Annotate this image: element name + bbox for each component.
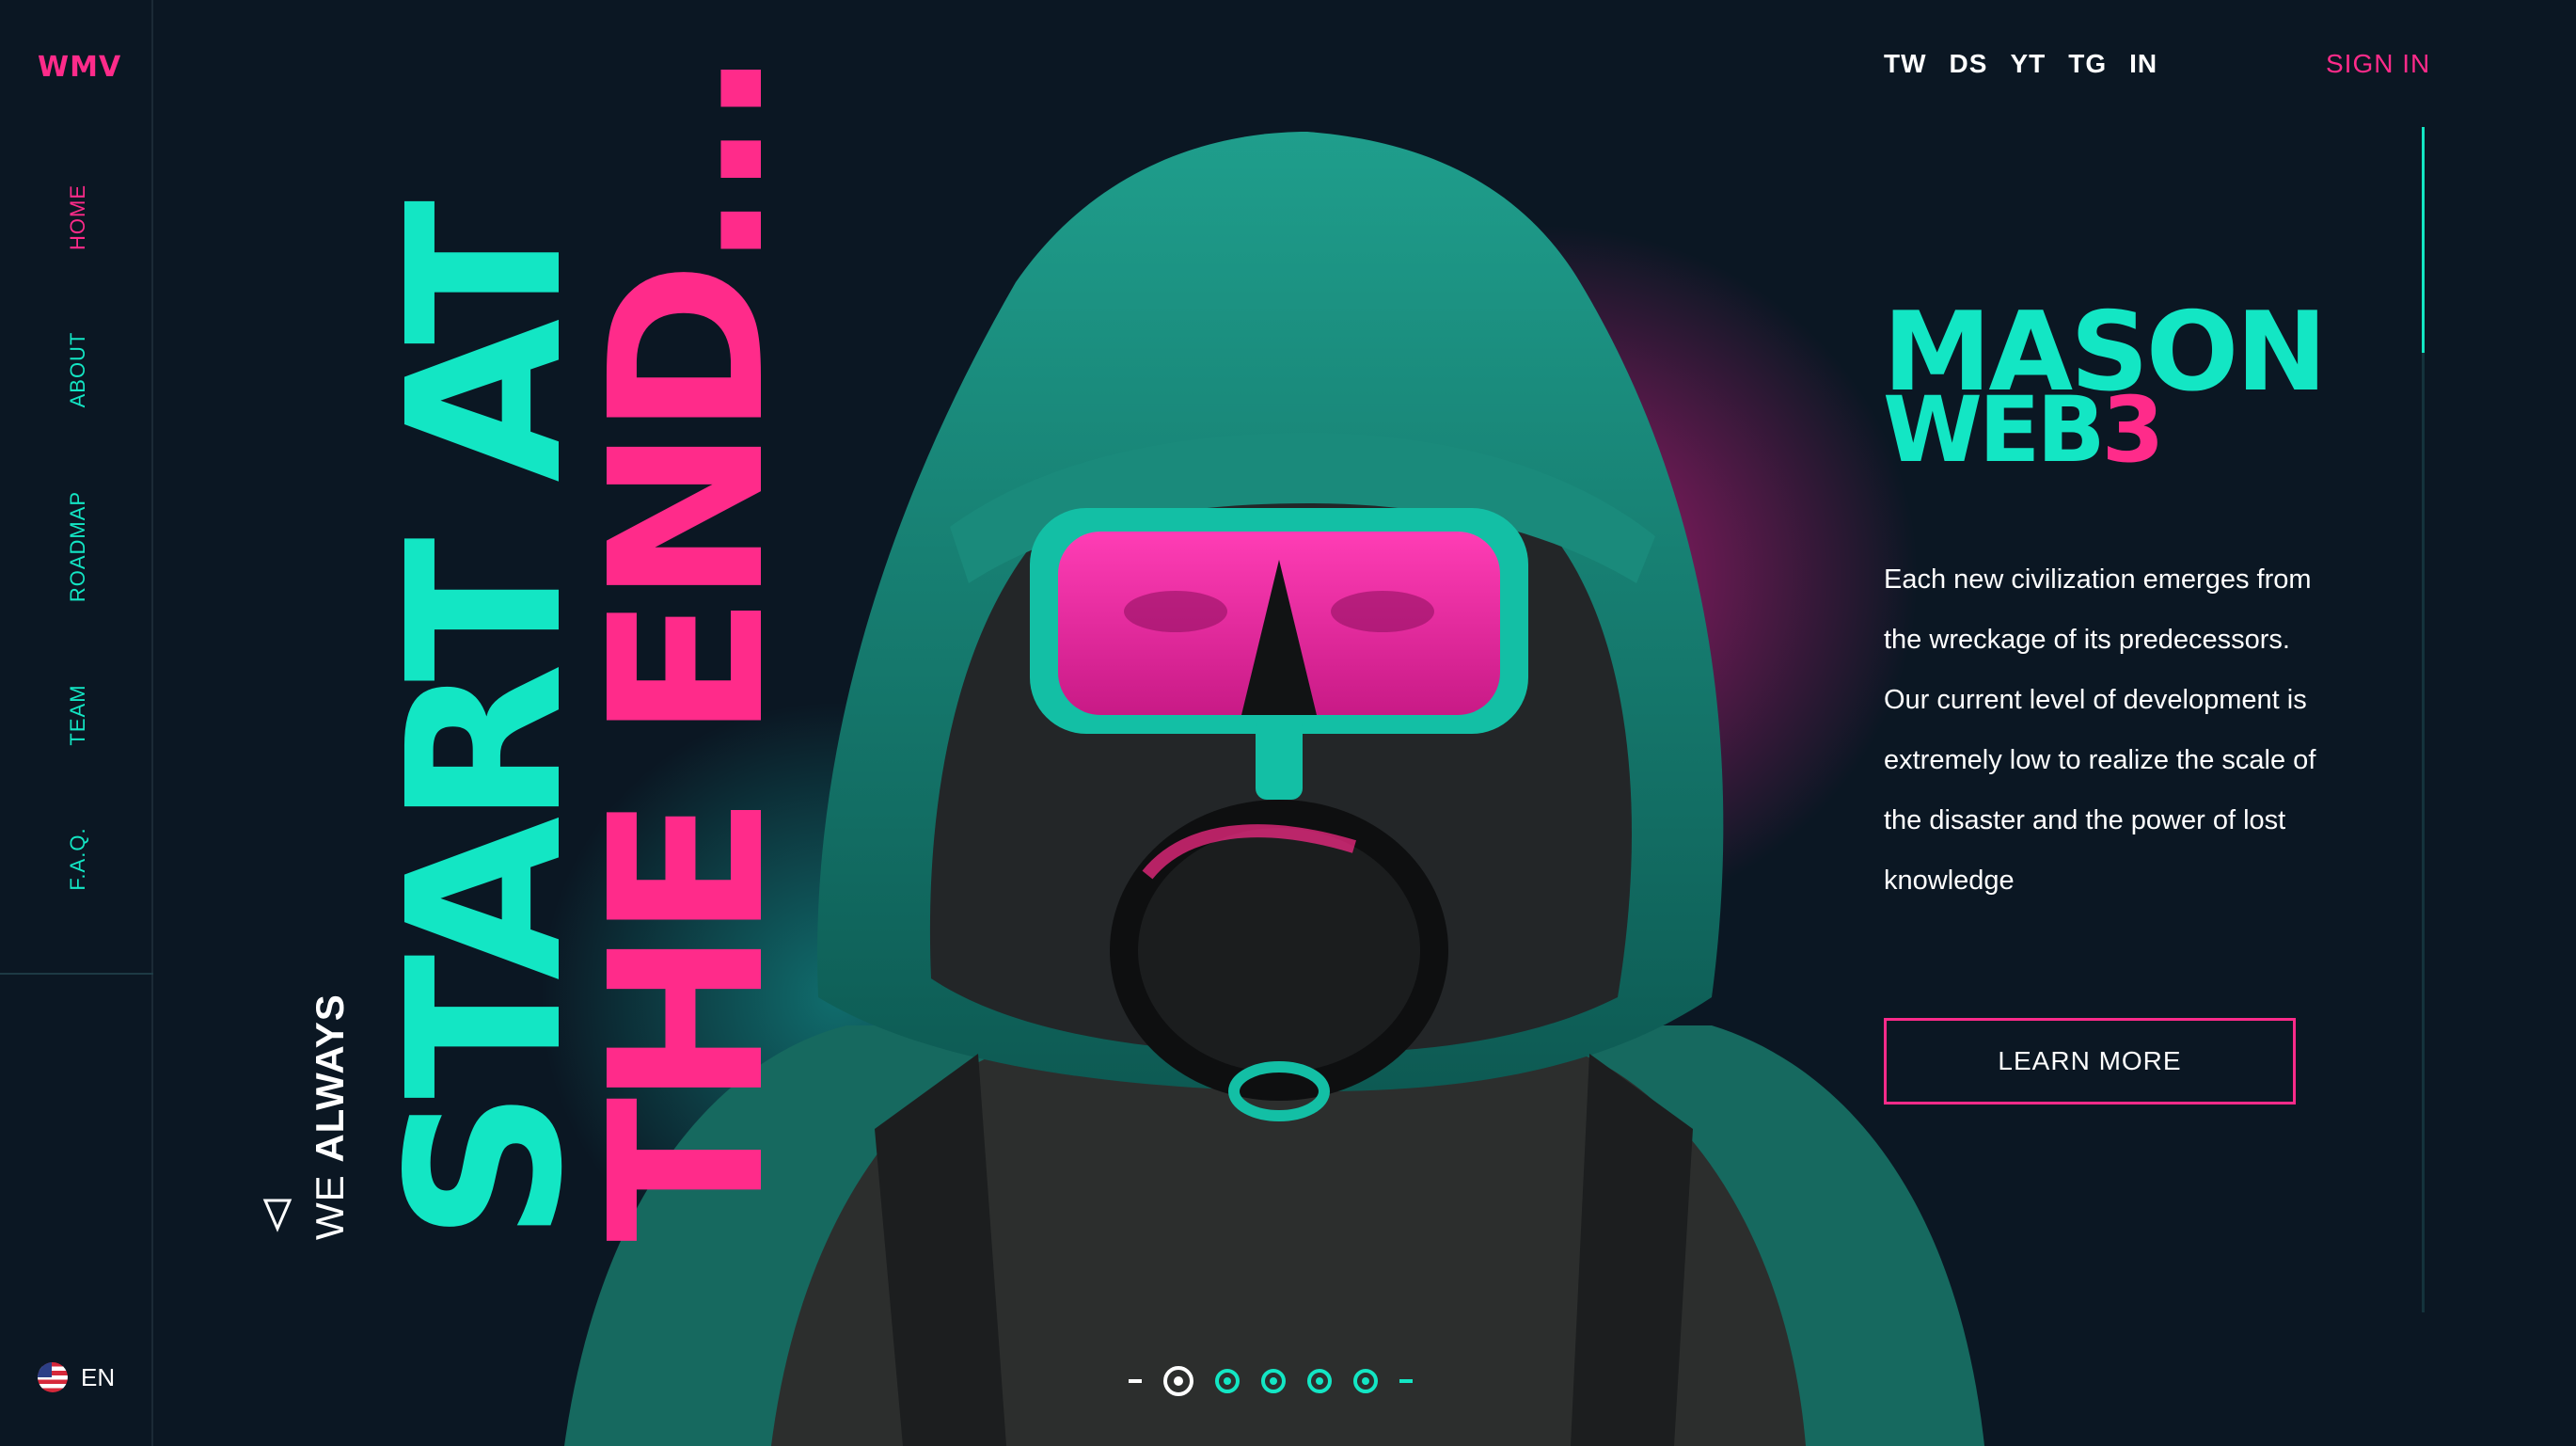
pagination-dot-4[interactable] (1307, 1369, 1332, 1393)
hero-prefix: WE ALWAYS (308, 993, 352, 1240)
social-link-yt[interactable]: YT (2010, 49, 2046, 79)
project-title: MASON WEB3 (1883, 297, 2327, 475)
hero-prefix-always: ALWAYS (308, 993, 352, 1163)
project-title-accent: 3 (2101, 377, 2165, 484)
hero-line-start: START AT (363, 209, 609, 1242)
project-description: Each new civilization emerges from the w… (1884, 564, 2316, 896)
social-link-in[interactable]: IN (2129, 49, 2157, 79)
social-link-tw[interactable]: TW (1884, 49, 1927, 79)
pagination-dot-5[interactable] (1353, 1369, 1378, 1393)
learn-more-button[interactable]: LEARN MORE (1884, 1018, 2296, 1104)
social-links: TW DS YT TG IN (1884, 49, 2157, 79)
hero-line-end: THE END... (565, 56, 812, 1242)
project-title-web: WEB (1883, 377, 2106, 484)
arrow-triangle-icon[interactable] (261, 1197, 293, 1232)
scroll-indicator[interactable] (2422, 127, 2425, 353)
social-link-ds[interactable]: DS (1950, 49, 1988, 79)
slide-pagination (1129, 1366, 1413, 1396)
social-link-tg[interactable]: TG (2068, 49, 2107, 79)
pagination-next-dash[interactable] (1399, 1379, 1413, 1383)
pagination-prev-dash[interactable] (1129, 1379, 1142, 1383)
hero-prefix-we: WE (308, 1174, 352, 1240)
pagination-dot-2[interactable] (1215, 1369, 1240, 1393)
sign-in-link[interactable]: SIGN IN (2326, 49, 2430, 79)
pagination-dot-1[interactable] (1163, 1366, 1193, 1396)
pagination-dot-3[interactable] (1261, 1369, 1286, 1393)
